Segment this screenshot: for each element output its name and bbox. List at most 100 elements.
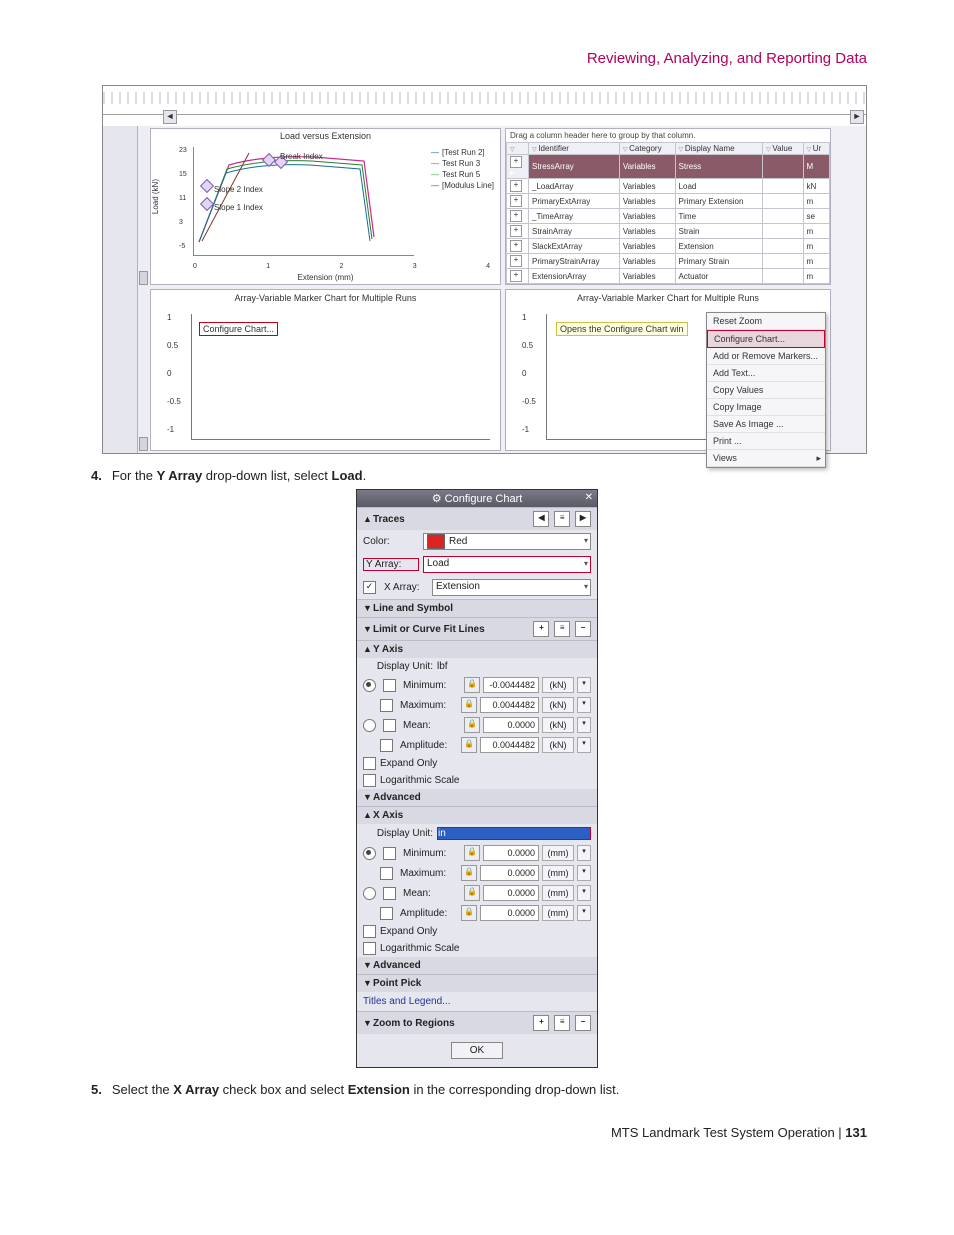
- titles-legend-link[interactable]: Titles and Legend...: [357, 992, 597, 1011]
- lock-icon[interactable]: 🔒: [464, 677, 480, 693]
- y-max-input[interactable]: 0.0044482: [480, 697, 539, 713]
- unit-dropdown[interactable]: ▾: [577, 697, 591, 713]
- section-limit-fit[interactable]: Limit or Curve Fit Lines + ≡ −: [357, 618, 597, 640]
- scroll-left-icon[interactable]: ◄: [163, 110, 177, 124]
- menu-add-text[interactable]: Add Text...: [707, 365, 825, 382]
- unit-dropdown[interactable]: ▾: [577, 905, 591, 921]
- fit-list-icon[interactable]: ≡: [554, 621, 570, 637]
- yarray-dropdown[interactable]: Load: [423, 556, 591, 573]
- next-trace-icon[interactable]: ▶: [575, 511, 591, 527]
- xarray-checkbox[interactable]: [363, 581, 376, 594]
- menu-views[interactable]: Views: [707, 450, 825, 467]
- section-line-symbol[interactable]: Line and Symbol: [357, 600, 597, 617]
- x-amp-input[interactable]: 0.0000: [480, 905, 539, 921]
- expand-icon[interactable]: +: [510, 240, 522, 252]
- lock-icon[interactable]: 🔒: [461, 865, 477, 881]
- expand-icon[interactable]: +: [510, 255, 522, 267]
- x-amp-checkbox[interactable]: [380, 907, 393, 920]
- dialog-titlebar[interactable]: ⚙ Configure Chart ✕: [357, 490, 597, 507]
- table-row[interactable]: +ExtensionArrayVariablesActuatorm: [507, 269, 830, 284]
- ok-button[interactable]: OK: [451, 1042, 503, 1059]
- x-log-checkbox[interactable]: [363, 942, 376, 955]
- y-display-unit-dropdown[interactable]: lbf: [437, 661, 591, 672]
- unit-dropdown[interactable]: ▾: [577, 717, 591, 733]
- table-row[interactable]: +▸ StressArrayVariablesStressM: [507, 155, 830, 179]
- expand-icon[interactable]: +: [510, 225, 522, 237]
- menu-save-image[interactable]: Save As Image ...: [707, 416, 825, 433]
- lock-icon[interactable]: 🔒: [464, 717, 480, 733]
- add-fit-icon[interactable]: +: [533, 621, 549, 637]
- x-min-input[interactable]: 0.0000: [483, 845, 539, 861]
- prev-trace-icon[interactable]: ◀: [533, 511, 549, 527]
- table-row[interactable]: +SlackExtArrayVariablesExtensionm: [507, 239, 830, 254]
- x-max-checkbox[interactable]: [380, 867, 393, 880]
- y-amp-checkbox[interactable]: [380, 739, 393, 752]
- table-row[interactable]: +PrimaryExtArrayVariablesPrimary Extensi…: [507, 194, 830, 209]
- menu-copy-image[interactable]: Copy Image: [707, 399, 825, 416]
- marker-chart-right[interactable]: Array-Variable Marker Chart for Multiple…: [505, 289, 831, 451]
- menu-add-markers[interactable]: Add or Remove Markers...: [707, 348, 825, 365]
- expand-icon[interactable]: +: [510, 195, 522, 207]
- chart-load-vs-extension[interactable]: Load versus Extension Load (kN) 23 15 11…: [150, 128, 501, 285]
- table-row[interactable]: +StrainArrayVariablesStrainm: [507, 224, 830, 239]
- unit-dropdown[interactable]: ▾: [577, 737, 591, 753]
- close-icon[interactable]: ✕: [585, 492, 593, 503]
- menu-configure-chart[interactable]: Configure Chart...: [707, 330, 825, 348]
- x-mean-input[interactable]: 0.0000: [483, 885, 539, 901]
- section-y-axis[interactable]: Y Axis: [357, 641, 597, 658]
- table-row[interactable]: +PrimaryStrainArrayVariablesPrimary Stra…: [507, 254, 830, 269]
- x-display-unit-dropdown[interactable]: in: [437, 827, 591, 840]
- column-headers[interactable]: Identifier Category Display Name Value U…: [507, 143, 830, 155]
- zoom-add-icon[interactable]: +: [533, 1015, 549, 1031]
- menu-print[interactable]: Print ...: [707, 433, 825, 450]
- lock-icon[interactable]: 🔒: [461, 697, 477, 713]
- menu-copy-values[interactable]: Copy Values: [707, 382, 825, 399]
- menu-reset-zoom[interactable]: Reset Zoom: [707, 313, 825, 330]
- scroll-right-icon[interactable]: ►: [850, 110, 864, 124]
- scrollbar[interactable]: [137, 126, 149, 287]
- x-max-input[interactable]: 0.0000: [480, 865, 539, 881]
- lock-icon[interactable]: 🔒: [464, 885, 480, 901]
- y-advanced[interactable]: Advanced: [357, 789, 597, 806]
- section-zoom-regions[interactable]: Zoom to Regions + ≡ −: [357, 1012, 597, 1034]
- y-meanamp-radio[interactable]: [363, 719, 376, 732]
- color-dropdown[interactable]: Red: [423, 533, 591, 550]
- x-expand-checkbox[interactable]: [363, 925, 376, 938]
- expand-icon[interactable]: +: [510, 210, 522, 222]
- unit-dropdown[interactable]: ▾: [577, 885, 591, 901]
- section-point-pick[interactable]: Point Pick: [357, 975, 597, 992]
- y-max-checkbox[interactable]: [380, 699, 393, 712]
- table-row[interactable]: +_TimeArrayVariablesTimese: [507, 209, 830, 224]
- trace-list-icon[interactable]: ≡: [554, 511, 570, 527]
- x-minmax-radio[interactable]: [363, 847, 376, 860]
- y-mean-checkbox[interactable]: [383, 719, 396, 732]
- table-row[interactable]: +_LoadArrayVariablesLoadkN: [507, 179, 830, 194]
- y-amp-input[interactable]: 0.0044482: [480, 737, 539, 753]
- y-minmax-radio[interactable]: [363, 679, 376, 692]
- y-log-checkbox[interactable]: [363, 774, 376, 787]
- unit-dropdown[interactable]: ▾: [577, 865, 591, 881]
- expand-icon[interactable]: +: [510, 180, 522, 192]
- section-x-axis[interactable]: X Axis: [357, 807, 597, 824]
- lock-icon[interactable]: 🔒: [461, 905, 477, 921]
- x-min-checkbox[interactable]: [383, 847, 396, 860]
- y-min-checkbox[interactable]: [383, 679, 396, 692]
- remove-fit-icon[interactable]: −: [575, 621, 591, 637]
- unit-dropdown[interactable]: ▾: [577, 677, 591, 693]
- lock-icon[interactable]: 🔒: [461, 737, 477, 753]
- expand-icon[interactable]: +: [510, 156, 522, 168]
- x-meanamp-radio[interactable]: [363, 887, 376, 900]
- lock-icon[interactable]: 🔒: [464, 845, 480, 861]
- x-mean-checkbox[interactable]: [383, 887, 396, 900]
- xarray-dropdown[interactable]: Extension: [432, 579, 591, 596]
- y-mean-input[interactable]: 0.0000: [483, 717, 539, 733]
- zoom-list-icon[interactable]: ≡: [554, 1015, 570, 1031]
- variables-table[interactable]: Drag a column header here to group by th…: [505, 128, 831, 285]
- zoom-remove-icon[interactable]: −: [575, 1015, 591, 1031]
- y-min-input[interactable]: -0.0044482: [483, 677, 539, 693]
- marker-chart-left[interactable]: Array-Variable Marker Chart for Multiple…: [150, 289, 501, 451]
- y-expand-checkbox[interactable]: [363, 757, 376, 770]
- unit-dropdown[interactable]: ▾: [577, 845, 591, 861]
- x-advanced[interactable]: Advanced: [357, 957, 597, 974]
- expand-icon[interactable]: +: [510, 270, 522, 282]
